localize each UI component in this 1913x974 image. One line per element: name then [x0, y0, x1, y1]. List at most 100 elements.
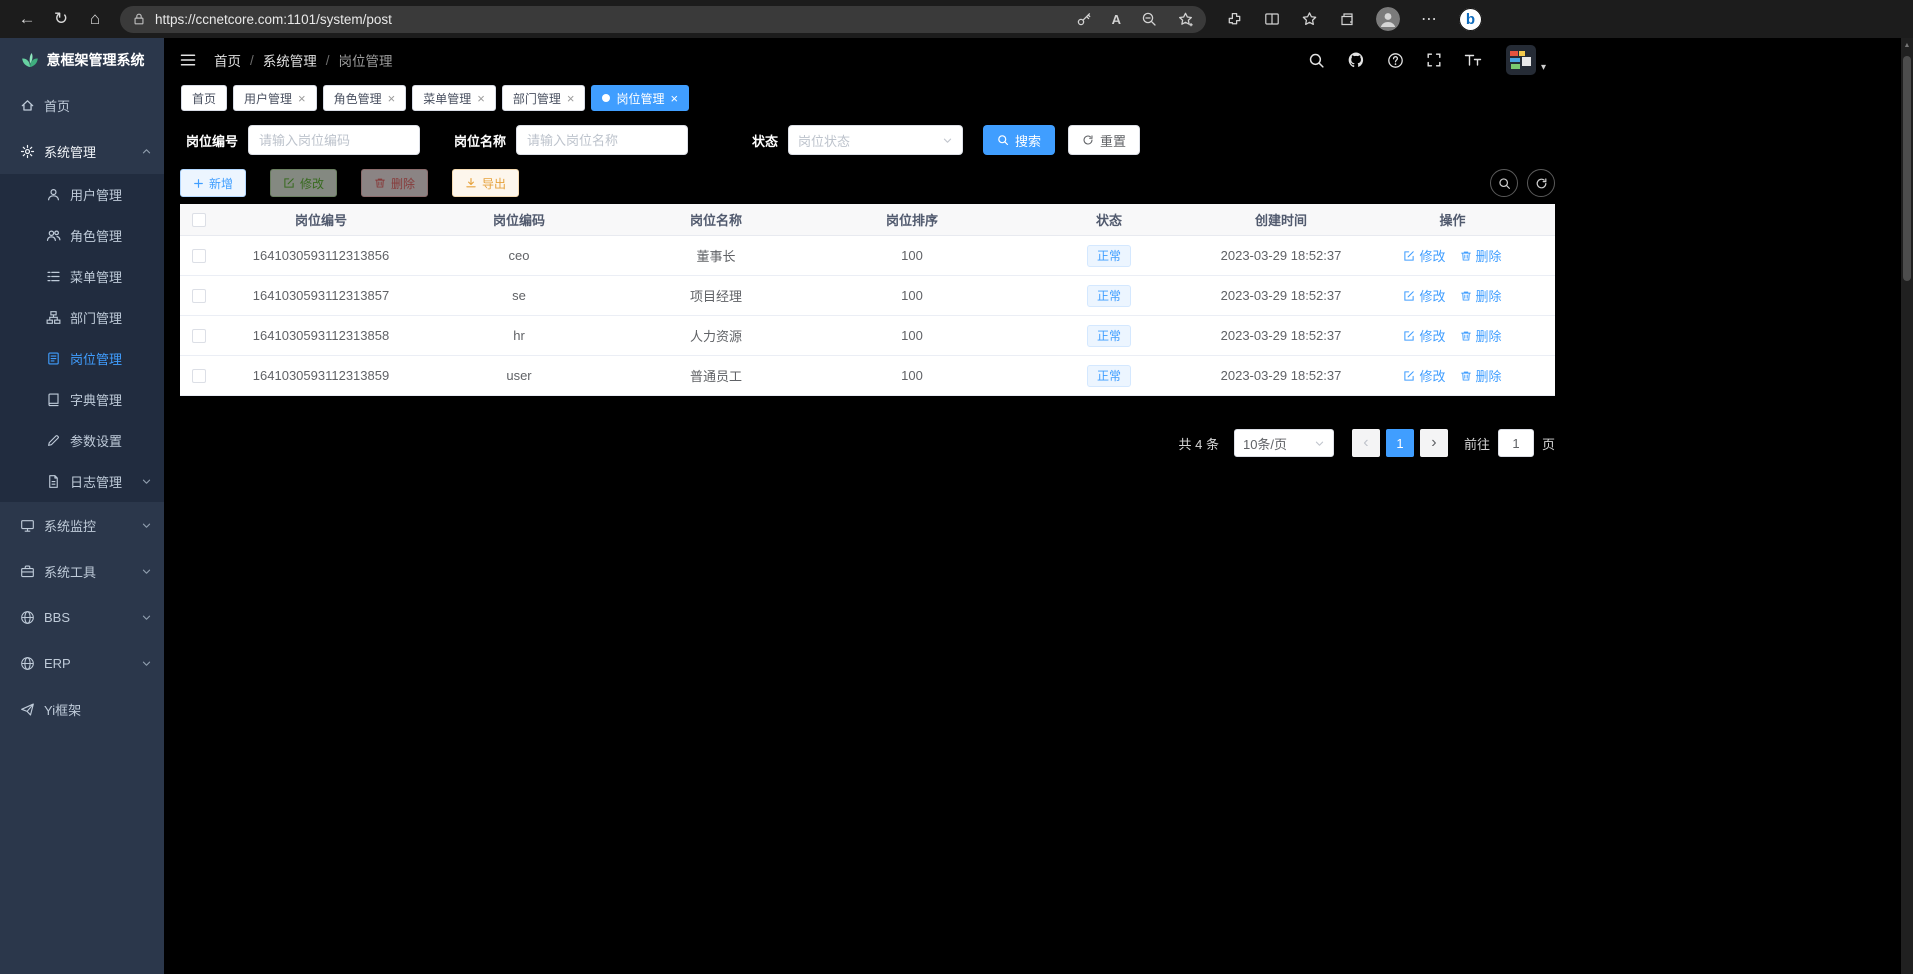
row-checkbox[interactable]: [192, 329, 206, 343]
favorites-icon[interactable]: [1301, 11, 1318, 28]
row-checkbox[interactable]: [192, 369, 206, 383]
zoom-icon[interactable]: [1141, 11, 1157, 27]
delete-link[interactable]: 删除: [1460, 366, 1502, 385]
sidebar-item-role-mgmt[interactable]: 角色管理: [0, 215, 164, 256]
extensions-icon[interactable]: [1226, 11, 1243, 28]
sidebar-item-user-mgmt[interactable]: 用户管理: [0, 174, 164, 215]
browser-chrome: ← ↻ ⌂ https://ccnetcore.com:1101/system/…: [0, 0, 1913, 38]
add-button[interactable]: 新增: [180, 169, 246, 197]
tab-close-icon[interactable]: ×: [298, 92, 306, 105]
sidebar-item-log-mgmt[interactable]: 日志管理: [0, 461, 164, 502]
profile-avatar[interactable]: [1376, 7, 1400, 31]
back-button[interactable]: ←: [10, 4, 44, 34]
prev-page-button[interactable]: ‹: [1352, 429, 1380, 457]
row-checkbox[interactable]: [192, 249, 206, 263]
sidebar-item-system-monitor[interactable]: 系统监控: [0, 502, 164, 548]
edit-link[interactable]: 修改: [1403, 246, 1445, 265]
tab-close-icon[interactable]: ×: [567, 92, 575, 105]
fullscreen-icon[interactable]: [1426, 52, 1442, 68]
home-button[interactable]: ⌂: [78, 4, 112, 34]
sidebar-item-system-tools[interactable]: 系统工具: [0, 548, 164, 594]
edit-link[interactable]: 修改: [1403, 326, 1445, 345]
sidebar-item-dict-mgmt[interactable]: 字典管理: [0, 379, 164, 420]
sidebar-item-bbs[interactable]: BBS: [0, 594, 164, 640]
bing-icon[interactable]: b: [1459, 8, 1482, 31]
sidebar-item-post-mgmt[interactable]: 岗位管理: [0, 338, 164, 379]
user-avatar[interactable]: [1506, 45, 1536, 75]
collections-icon[interactable]: [1339, 11, 1355, 27]
delete-button[interactable]: 删除: [361, 169, 428, 197]
user-menu[interactable]: ▾: [1506, 45, 1546, 75]
read-aloud-icon[interactable]: A: [1112, 12, 1121, 27]
address-bar[interactable]: https://ccnetcore.com:1101/system/post A: [120, 6, 1206, 33]
help-icon[interactable]: [1387, 52, 1404, 69]
post-code-input[interactable]: [248, 125, 420, 155]
sidebar-item-erp[interactable]: ERP: [0, 640, 164, 686]
goto-page-input[interactable]: [1498, 429, 1534, 457]
tab-dept-mgmt[interactable]: 部门管理 ×: [502, 85, 586, 111]
edit-link[interactable]: 修改: [1403, 286, 1445, 305]
sidebar-item-dept-mgmt[interactable]: 部门管理: [0, 297, 164, 338]
scrollbar-thumb[interactable]: [1903, 56, 1911, 281]
sidebar-item-yi-framework[interactable]: Yi框架: [0, 686, 164, 732]
delete-link[interactable]: 删除: [1460, 286, 1502, 305]
refresh-icon: [1082, 134, 1094, 146]
reset-button[interactable]: 重置: [1068, 125, 1140, 155]
toggle-search-button[interactable]: [1490, 169, 1518, 197]
favorite-star-icon[interactable]: [1177, 11, 1194, 28]
trash-icon: [1460, 330, 1472, 342]
cell-post-name: 人力资源: [614, 326, 818, 345]
tab-post-mgmt[interactable]: 岗位管理 ×: [591, 85, 689, 111]
sidebar-item-label: 部门管理: [70, 308, 122, 327]
sidebar-item-menu-mgmt[interactable]: 菜单管理: [0, 256, 164, 297]
tab-user-mgmt[interactable]: 用户管理 ×: [233, 85, 317, 111]
url-text[interactable]: https://ccnetcore.com:1101/system/post: [155, 12, 1076, 27]
delete-link[interactable]: 删除: [1460, 246, 1502, 265]
tab-close-icon[interactable]: ×: [388, 92, 396, 105]
page-size-select[interactable]: 10条/页: [1234, 429, 1334, 457]
tab-menu-mgmt[interactable]: 菜单管理 ×: [412, 85, 496, 111]
search-icon[interactable]: [1308, 52, 1325, 69]
page-scrollbar[interactable]: ▲: [1901, 38, 1913, 974]
status-badge: 正常: [1087, 365, 1131, 387]
site-info-icon[interactable]: [132, 12, 146, 26]
add-button-label: 新增: [209, 175, 233, 192]
sidebar-item-param-settings[interactable]: 参数设置: [0, 420, 164, 461]
scrollbar-up-arrow[interactable]: ▲: [1901, 38, 1913, 53]
more-icon[interactable]: ⋯: [1421, 9, 1438, 29]
refresh-button[interactable]: ↻: [44, 4, 78, 34]
edit-button[interactable]: 修改: [270, 169, 337, 197]
cell-post-sort: 100: [818, 288, 1006, 303]
status-select[interactable]: 岗位状态: [788, 125, 963, 155]
gear-icon: [20, 144, 35, 159]
next-page-button[interactable]: ›: [1420, 429, 1448, 457]
sidebar-item-home[interactable]: 首页: [0, 82, 164, 128]
edit-link[interactable]: 修改: [1403, 366, 1445, 385]
tab-close-icon[interactable]: ×: [670, 92, 678, 105]
breadcrumb-item-home[interactable]: 首页: [214, 50, 241, 70]
sidebar-item-system-mgmt[interactable]: 系统管理: [0, 128, 164, 174]
search-button[interactable]: 搜索: [983, 125, 1055, 155]
caret-down-icon: ▾: [1541, 62, 1546, 75]
split-screen-icon[interactable]: [1264, 11, 1280, 27]
font-size-icon[interactable]: [1464, 52, 1482, 68]
tab-close-icon[interactable]: ×: [477, 92, 485, 105]
breadcrumb-item-system-mgmt[interactable]: 系统管理: [263, 50, 317, 70]
page-1-button[interactable]: 1: [1386, 429, 1414, 457]
post-name-input[interactable]: [516, 125, 688, 155]
chevron-down-icon: [141, 476, 152, 487]
cell-post-id: 1641030593112313858: [218, 328, 424, 343]
tab-role-mgmt[interactable]: 角色管理 ×: [323, 85, 407, 111]
row-checkbox[interactable]: [192, 289, 206, 303]
chevron-down-icon: [1314, 438, 1325, 449]
refresh-table-button[interactable]: [1527, 169, 1555, 197]
page-unit-label: 页: [1542, 434, 1555, 453]
password-key-icon[interactable]: [1076, 11, 1092, 27]
sidebar-item-label: Yi框架: [44, 700, 81, 719]
sidebar-toggle-icon[interactable]: [179, 51, 197, 69]
export-button[interactable]: 导出: [452, 169, 519, 197]
delete-link[interactable]: 删除: [1460, 326, 1502, 345]
github-icon[interactable]: [1347, 51, 1365, 69]
select-all-checkbox[interactable]: [192, 213, 206, 227]
tab-home[interactable]: 首页: [181, 85, 227, 111]
